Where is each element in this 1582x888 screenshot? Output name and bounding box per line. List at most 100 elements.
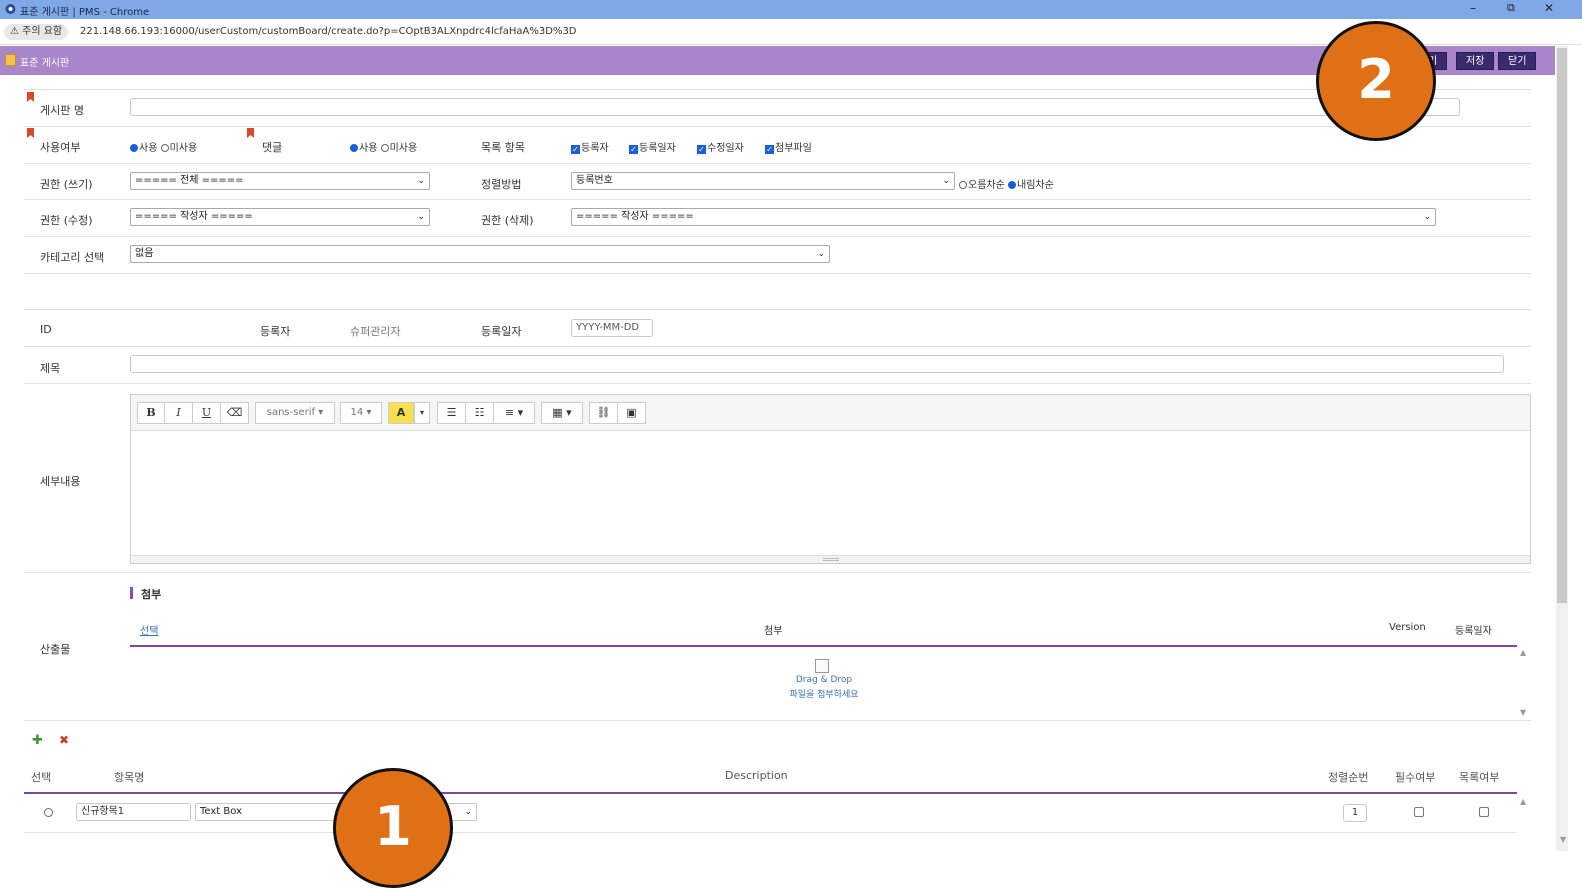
scroll-down-icon[interactable]: ▼	[1520, 708, 1526, 717]
perm-write-label: 권한 (쓰기)	[40, 178, 93, 191]
font-size-value: 14	[350, 407, 364, 418]
sort-label: 정렬방법	[481, 178, 522, 191]
date-input[interactable]: YYYY-MM-DD	[571, 319, 653, 337]
category-select[interactable]: 없음 ⌄	[130, 245, 830, 263]
security-warning-badge[interactable]: ⚠ 주의 요함	[4, 24, 69, 40]
items-name-header: 항목명	[114, 771, 145, 784]
list-item-label: 등록자	[581, 143, 609, 154]
ordered-list-icon[interactable]: ☷	[465, 402, 494, 424]
italic-button[interactable]: I	[164, 402, 193, 424]
author-label: 등록자	[260, 325, 291, 338]
chevron-down-icon: ⌄	[417, 176, 425, 186]
items-select-header: 선택	[31, 771, 52, 784]
file-upload-icon	[815, 659, 829, 673]
perm-delete-value: ===== 작성자 =====	[576, 211, 694, 222]
bold-button[interactable]: B	[137, 402, 165, 424]
font-size-dropdown[interactable]: 14 ▾	[340, 402, 382, 424]
comment-yes-label: 사용	[359, 143, 378, 154]
list-item-checkbox[interactable]: ✓ 첨부파일	[765, 139, 812, 154]
item-select-radio[interactable]	[44, 808, 53, 817]
list-item-checkbox[interactable]: ✓ 수정일자	[697, 139, 744, 154]
item-listed-checkbox[interactable]	[1479, 807, 1489, 817]
divider	[24, 720, 1531, 721]
url-text[interactable]: 221.148.66.193:16000/userCustom/customBo…	[80, 26, 577, 37]
chevron-down-icon: ⌄	[417, 212, 425, 222]
sort-select[interactable]: 등록번호 ⌄	[571, 172, 955, 190]
sort-asc-radio[interactable]	[959, 181, 967, 189]
date-label: 등록일자	[481, 325, 522, 338]
sort-value: 등록번호	[576, 175, 613, 186]
item-required-checkbox[interactable]	[1414, 807, 1424, 817]
content-label: 세부내용	[40, 475, 81, 488]
editor-resize-bar[interactable]	[131, 555, 1530, 563]
divider	[24, 383, 1531, 384]
resize-grip-icon[interactable]	[823, 558, 839, 561]
close-button[interactable]: 닫기	[1498, 52, 1537, 70]
perm-delete-select[interactable]: ===== 작성자 ===== ⌄	[571, 208, 1436, 226]
restore-button[interactable]: ⧉	[1507, 1, 1515, 15]
image-icon[interactable]: ▣	[617, 402, 646, 424]
items-required-header: 필수여부	[1395, 771, 1436, 784]
scroll-up-icon[interactable]: ▲	[1520, 797, 1526, 806]
title-input[interactable]	[130, 355, 1504, 373]
list-item-checkbox[interactable]: ✓ 등록자	[571, 139, 609, 154]
sort-desc-radio[interactable]	[1008, 181, 1016, 189]
chevron-down-icon: ⌄	[1423, 212, 1431, 222]
required-marker-icon	[27, 92, 34, 102]
scroll-up-icon[interactable]: ▲	[1520, 648, 1526, 657]
add-item-icon[interactable]: ✚	[32, 733, 43, 748]
comment-radio-group[interactable]: 사용 미사용	[350, 139, 417, 154]
text-color-button[interactable]: A	[388, 402, 414, 424]
sort-order-radio-group[interactable]: 오름차순 내림차순	[959, 176, 1054, 191]
attach-header-line	[130, 645, 1517, 647]
minimize-button[interactable]: –	[1470, 1, 1476, 15]
attach-header: 첨부	[764, 626, 783, 637]
align-dropdown[interactable]: ≡ ▾	[493, 402, 535, 424]
chevron-down-icon: ⌄	[817, 249, 825, 259]
scroll-down-icon[interactable]: ▼	[1560, 835, 1566, 844]
eraser-icon[interactable]: ⌫	[220, 402, 249, 424]
divider	[24, 89, 1531, 90]
comment-yes-radio[interactable]	[350, 144, 358, 152]
item-order-input[interactable]: 1	[1343, 804, 1367, 822]
perm-write-select[interactable]: ===== 전체 ===== ⌄	[130, 172, 430, 190]
drop-zone-line2[interactable]: 파일을 첨부하세요	[724, 687, 924, 700]
output-label: 산출물	[40, 643, 71, 656]
save-button[interactable]: 저장	[1456, 52, 1495, 70]
chevron-down-icon[interactable]: ▾	[414, 402, 430, 424]
item-name-input[interactable]: 신규항목1	[76, 803, 191, 821]
board-name-label: 게시판 명	[40, 104, 84, 117]
category-value: 없음	[135, 248, 154, 259]
version-header: Version	[1389, 622, 1426, 633]
items-description-header: Description	[725, 769, 788, 782]
underline-button[interactable]: U	[192, 402, 221, 424]
list-item-label: 등록일자	[639, 143, 676, 154]
drop-zone-line1[interactable]: Drag & Drop	[724, 675, 924, 685]
perm-edit-select[interactable]: ===== 작성자 ===== ⌄	[130, 208, 430, 226]
attach-date-header: 등록일자	[1455, 626, 1492, 637]
align-icon: ≡	[504, 406, 515, 419]
board-name-input[interactable]	[130, 98, 1460, 116]
required-marker-icon	[27, 128, 34, 138]
use-yes-radio[interactable]	[130, 144, 138, 152]
divider	[24, 832, 1517, 833]
rich-text-editor[interactable]: B I U ⌫ sans-serif ▾ 14 ▾ A ▾ ☰ ☷ ≡ ▾ ▦ …	[130, 394, 1531, 564]
list-item-checkbox[interactable]: ✓ 등록일자	[629, 139, 676, 154]
use-label: 사용여부	[40, 141, 81, 154]
comment-no-radio[interactable]	[380, 144, 389, 152]
divider	[24, 236, 1531, 237]
list-items-label: 목록 항목	[481, 141, 525, 154]
close-window-button[interactable]: ✕	[1544, 1, 1554, 15]
document-icon	[5, 54, 16, 66]
unordered-list-icon[interactable]: ☰	[437, 402, 466, 424]
use-radio-group[interactable]: 사용 미사용	[130, 139, 197, 154]
attach-select-header[interactable]: 선택	[140, 622, 158, 637]
use-yes-label: 사용	[139, 143, 158, 154]
font-family-dropdown[interactable]: sans-serif ▾	[255, 402, 335, 424]
delete-item-icon[interactable]: ✖	[59, 733, 69, 747]
chevron-down-icon: ⌄	[464, 807, 472, 817]
use-no-radio[interactable]	[160, 144, 169, 152]
scrollbar-thumb[interactable]	[1557, 48, 1567, 603]
link-icon[interactable]: ⛓	[589, 402, 618, 424]
table-dropdown[interactable]: ▦ ▾	[541, 402, 583, 424]
